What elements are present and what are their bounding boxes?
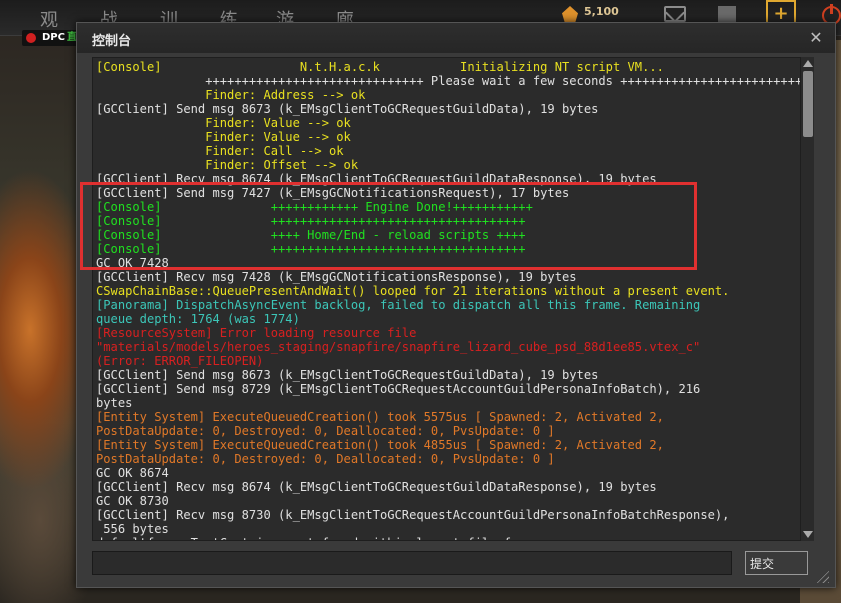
- log-line: [ResourceSystem] Error loading resource …: [96, 326, 417, 340]
- log-line: [Console] N.t.H.a.c.k Initializing NT sc…: [96, 60, 664, 74]
- log-line: (Error: ERROR_FILEOPEN): [96, 354, 264, 368]
- dpc-live-badge[interactable]: DPC 直: [22, 30, 81, 46]
- log-line: GC OK 8674: [96, 466, 169, 480]
- log-line: [Panorama] DispatchAsyncEvent backlog, f…: [96, 298, 701, 312]
- log-line: GC OK 7428: [96, 256, 169, 270]
- log-line: GC OK 8730: [96, 494, 169, 508]
- log-line: [GCClient] Recv msg 8730 (k_EMsgClientTo…: [96, 508, 730, 522]
- log-line: [Console] ++++ Home/End - reload scripts…: [96, 228, 526, 242]
- mail-icon[interactable]: [664, 6, 686, 22]
- log-line: [GCClient] Recv msg 8674 (k_EMsgClientTo…: [96, 172, 657, 186]
- log-line: Finder: Address --> ok: [96, 88, 366, 102]
- log-line: PostDataUpdate: 0, Destroyed: 0, Dealloc…: [96, 452, 555, 466]
- console-title: 控制台: [92, 34, 132, 49]
- log-line: Finder: Value --> ok: [96, 116, 351, 130]
- log-line: [GCClient] Recv msg 8674 (k_EMsgClientTo…: [96, 480, 657, 494]
- log-line: Finder: Offset --> ok: [96, 158, 359, 172]
- log-line: bytes: [96, 396, 133, 410]
- console-output[interactable]: [Console] N.t.H.a.c.k Initializing NT sc…: [92, 57, 802, 541]
- log-line: defaultfocus TestContainer not found wit…: [96, 536, 801, 540]
- log-line: ++++++++++++++++++++++++++++++ Please wa…: [96, 74, 802, 88]
- shard-count: 5,100: [584, 5, 619, 18]
- log-line: [Entity System] ExecuteQueuedCreation() …: [96, 410, 664, 424]
- close-button[interactable]: ✕: [805, 27, 827, 49]
- log-line: [GCClient] Send msg 8673 (k_EMsgClientTo…: [96, 102, 599, 116]
- log-line: [GCClient] Recv msg 7428 (k_EMsgGCNotifi…: [96, 270, 577, 284]
- console-window: 控制台 ✕ [Console] N.t.H.a.c.k Initializing…: [76, 22, 836, 588]
- console-scrollbar[interactable]: [800, 57, 814, 541]
- resize-grip-icon[interactable]: [815, 569, 829, 583]
- log-line: CSwapChainBase::QueuePresentAndWait() lo…: [96, 284, 730, 298]
- log-line: [GCClient] Send msg 7427 (k_EMsgGCNotifi…: [96, 186, 570, 200]
- log-line: [Console] ++++++++++++++++++++++++++++++…: [96, 242, 526, 256]
- log-line: queue depth: 1764 (was 1774): [96, 312, 300, 326]
- submit-button[interactable]: 提交: [745, 551, 808, 575]
- log-line: 556 bytes: [96, 522, 169, 536]
- log-line: [Entity System] ExecuteQueuedCreation() …: [96, 438, 664, 452]
- log-line: Finder: Value --> ok: [96, 130, 351, 144]
- console-titlebar[interactable]: 控制台 ✕: [77, 23, 835, 53]
- log-line: [GCClient] Send msg 8673 (k_EMsgClientTo…: [96, 368, 599, 382]
- log-line: [Console] ++++++++++++ Engine Done!+++++…: [96, 200, 533, 214]
- log-line: [GCClient] Send msg 8729 (k_EMsgClientTo…: [96, 382, 701, 396]
- log-line: "materials/models/heroes_staging/snapfir…: [96, 340, 701, 354]
- log-line: PostDataUpdate: 0, Destroyed: 0, Dealloc…: [96, 424, 555, 438]
- log-line: Finder: Call --> ok: [96, 144, 344, 158]
- command-input[interactable]: [92, 551, 732, 575]
- scroll-up-icon[interactable]: [803, 60, 813, 67]
- scroll-thumb[interactable]: [803, 71, 813, 137]
- log-line: [Console] ++++++++++++++++++++++++++++++…: [96, 214, 526, 228]
- scroll-down-icon[interactable]: [803, 531, 813, 538]
- dpc-label: DPC: [42, 32, 65, 43]
